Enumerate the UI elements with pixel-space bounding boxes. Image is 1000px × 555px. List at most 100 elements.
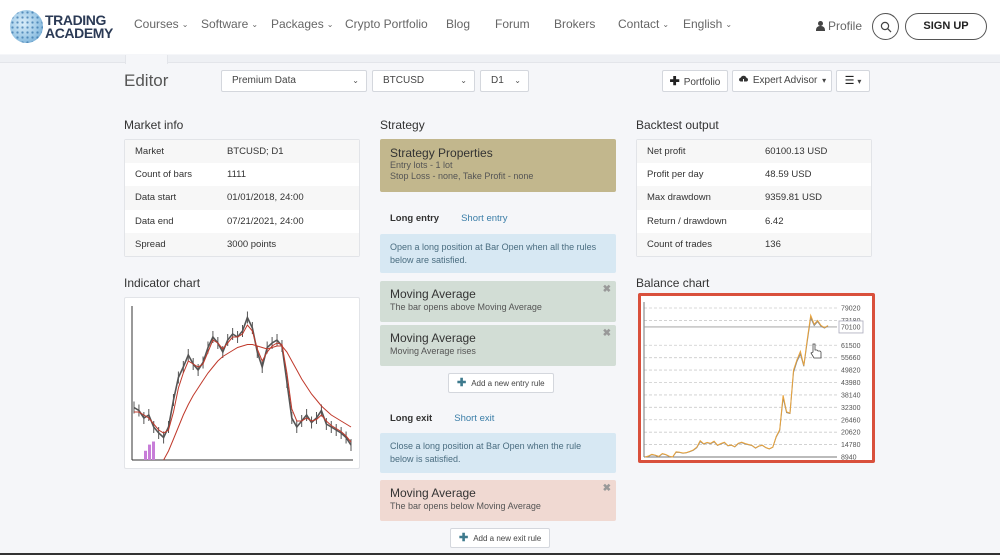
table-row: Return / drawdown 6.42 — [637, 210, 871, 233]
select-value: Premium Data — [232, 75, 296, 86]
volume-bar — [152, 441, 155, 460]
nav-label: Blog — [446, 17, 471, 31]
indicator-chart-heading: Indicator chart — [124, 276, 201, 290]
table-row: Count of trades 136 — [637, 232, 871, 256]
entry-lots-text: Entry lots - 1 lot — [390, 160, 453, 170]
nav-packages[interactable]: Packages ⌄ — [271, 17, 333, 31]
page-title: Editor — [124, 71, 169, 90]
row-key: Net profit — [647, 146, 686, 158]
nav-courses[interactable]: Courses ⌄ — [134, 17, 188, 31]
nav-label: Courses — [134, 17, 179, 31]
tab-long-exit[interactable]: Long exit — [390, 413, 432, 424]
row-key: Count of bars — [135, 169, 193, 181]
nav-label: Contact — [618, 17, 660, 31]
plus-icon: ✚ — [669, 74, 680, 88]
search-icon — [880, 21, 892, 33]
data-source-select[interactable]: Premium Data ⌄ — [221, 70, 367, 92]
sign-up-button[interactable]: SIGN UP — [905, 13, 987, 40]
nav-contact[interactable]: Contact ⌄ — [618, 17, 669, 31]
tab-long-entry[interactable]: Long entry — [390, 213, 439, 224]
button-label: Portfolio — [683, 77, 721, 88]
chevron-down-icon: ⌄ — [251, 20, 259, 29]
nav-label: Crypto Portfolio — [345, 17, 428, 31]
chevron-down-icon: ⌄ — [460, 76, 467, 85]
nav-label: Brokers — [554, 17, 596, 31]
button-label: Add a new entry rule — [471, 379, 545, 388]
exit-tabs: Long exit Short exit — [390, 413, 494, 424]
hamburger-icon: ☰ — [844, 75, 855, 87]
table-row: Market BTCUSD; D1 — [125, 140, 359, 164]
nav-crypto-portfolio[interactable]: Crypto Portfolio — [345, 17, 428, 31]
row-value: 3000 points — [227, 238, 277, 250]
entry-rule-card[interactable]: Moving Average The bar opens above Movin… — [380, 281, 616, 322]
nav-label: Forum — [495, 17, 530, 31]
nav-label: English — [683, 17, 723, 31]
nav-brokers[interactable]: Brokers — [554, 17, 595, 31]
balance-chart-heading: Balance chart — [636, 276, 710, 290]
nav-software[interactable]: Software ⌄ — [201, 17, 258, 31]
row-value: 48.59 USD — [765, 169, 812, 181]
row-key: Data end — [135, 215, 174, 227]
chevron-down-icon: ⌄ — [326, 20, 334, 29]
row-value: 01/01/2018, 24:00 — [227, 192, 304, 204]
market-info-table: Market BTCUSD; D1 Count of bars 1111 Data … — [124, 139, 360, 257]
menu-button[interactable]: ☰ ▾ — [836, 70, 870, 92]
row-key: Count of trades — [647, 238, 712, 250]
nav-language[interactable]: English ⌄ — [683, 17, 732, 31]
row-value: 136 — [765, 238, 781, 250]
nav-label: Software — [201, 17, 249, 31]
search-button[interactable] — [872, 13, 899, 40]
row-key: Max drawdown — [647, 192, 711, 204]
portfolio-button[interactable]: ✚ Portfolio — [662, 70, 728, 92]
row-key: Market — [135, 146, 165, 158]
tab-short-exit[interactable]: Short exit — [454, 413, 494, 424]
table-row: Data start 01/01/2018, 24:00 — [125, 186, 359, 210]
exit-note: Close a long position at Bar Open when t… — [380, 433, 616, 473]
backtest-output-table: Net profit 60100.13 USD Profit per day 48.… — [636, 139, 872, 257]
remove-rule-icon[interactable]: ✖ — [603, 328, 611, 339]
nav-forum[interactable]: Forum — [495, 17, 530, 31]
add-entry-rule-button[interactable]: ✚ Add a new entry rule — [448, 373, 554, 393]
exit-rule-card[interactable]: Moving Average The bar opens below Movin… — [380, 480, 616, 521]
indicator-chart[interactable] — [125, 298, 361, 470]
plus-icon: ✚ — [457, 377, 467, 389]
timeframe-select[interactable]: D1 ⌄ — [480, 70, 529, 92]
add-exit-rule-button[interactable]: ✚ Add a new exit rule — [450, 528, 551, 548]
strategy-heading: Strategy — [380, 118, 425, 132]
user-icon — [816, 21, 825, 31]
table-row: Data end 07/21/2021, 24:00 — [125, 210, 359, 233]
volume-bar — [148, 444, 151, 460]
select-value: BTCUSD — [383, 75, 425, 86]
stop-loss-text: Stop Loss - none, Take Profit - none — [390, 171, 534, 181]
nav-blog[interactable]: Blog — [446, 17, 470, 31]
rule-description: The bar opens above Moving Average — [390, 302, 542, 312]
expert-advisor-button[interactable]: Expert Advisor ▾ — [732, 70, 832, 92]
rule-title: Moving Average — [390, 486, 476, 500]
symbol-select[interactable]: BTCUSD ⌄ — [372, 70, 475, 92]
chevron-down-icon: ⌄ — [662, 20, 670, 29]
strategy-properties-title: Strategy Properties — [390, 146, 493, 160]
table-row: Max drawdown 9359.81 USD — [637, 186, 871, 210]
table-row: Net profit 60100.13 USD — [637, 140, 871, 164]
entry-rule-card[interactable]: Moving Average Moving Average rises ✖ — [380, 325, 616, 366]
chevron-down-icon: ⌄ — [514, 76, 521, 85]
row-value: 1111 — [227, 169, 247, 181]
indicator-chart-card — [124, 297, 360, 469]
profile-link[interactable]: Profile — [816, 19, 862, 33]
remove-rule-icon[interactable]: ✖ — [603, 483, 611, 494]
row-key: Spread — [135, 238, 166, 250]
top-navigation: TRADING ACADEMY Courses ⌄ Software ⌄ Packa… — [0, 0, 1000, 54]
brand-logo[interactable]: TRADING ACADEMY — [10, 10, 113, 43]
brand-name: TRADING ACADEMY — [45, 13, 113, 40]
strategy-properties-card[interactable]: Strategy Properties Entry lots - 1 lot S… — [380, 139, 616, 192]
button-label: Expert Advisor — [752, 75, 818, 86]
caret-down-icon: ▾ — [857, 77, 862, 86]
row-value: 60100.13 USD — [765, 146, 828, 158]
chevron-down-icon: ⌄ — [725, 20, 733, 29]
rule-description: The bar opens below Moving Average — [390, 501, 541, 511]
row-key: Profit per day — [647, 169, 704, 181]
market-info-heading: Market info — [124, 118, 184, 132]
sub-navigation-tab[interactable] — [125, 55, 168, 64]
remove-rule-icon[interactable]: ✖ — [603, 284, 611, 295]
tab-short-entry[interactable]: Short entry — [461, 213, 507, 224]
